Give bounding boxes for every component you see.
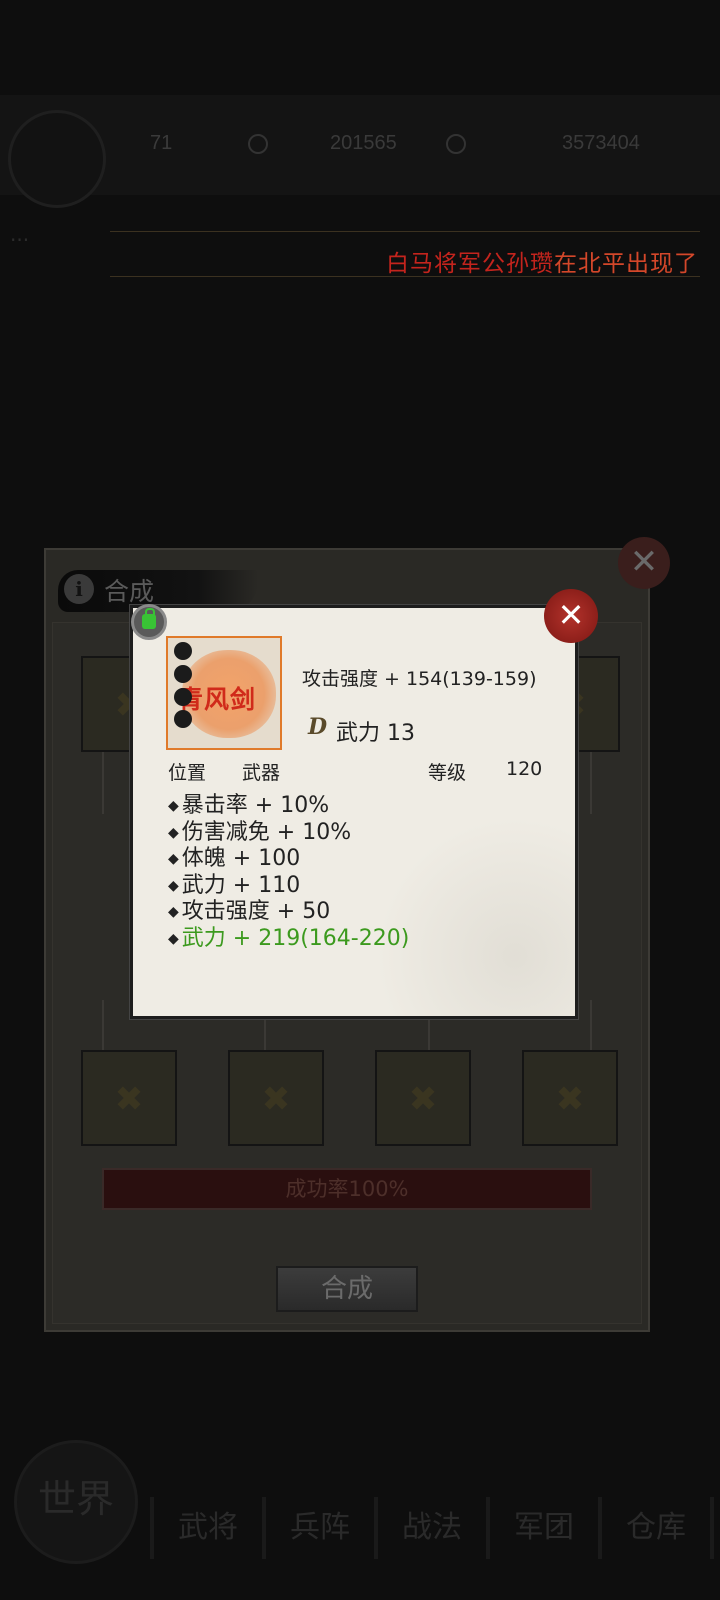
- panel-close-button[interactable]: ✕: [618, 537, 670, 589]
- nav-tab-legion[interactable]: 军团: [486, 1497, 602, 1559]
- position-label: 位置: [168, 762, 207, 784]
- bonus-row: ◆ 体魄 + 100: [168, 846, 301, 871]
- lock-toggle[interactable]: [131, 604, 167, 640]
- ticker-top-divider: [110, 231, 700, 232]
- gem-socket-icon: [174, 688, 192, 706]
- plus-icon: [552, 1080, 588, 1116]
- slot-connector: [102, 1000, 104, 1050]
- slot-connector: [590, 1000, 592, 1050]
- bonus-row: ◆ 武力 + 110: [168, 872, 301, 898]
- material-slot[interactable]: [228, 1050, 324, 1146]
- bonus-row-highlight: ◆ 武力 + 219(164-220): [168, 925, 410, 951]
- level-value: 120: [506, 758, 543, 780]
- world-chat-button[interactable]: 世界: [14, 1440, 138, 1564]
- bonus-row: ◆ 暴击率 + 10%: [168, 793, 330, 818]
- resource-coin-value: 71: [150, 132, 173, 154]
- slot-connector: [428, 1018, 430, 1050]
- material-slot[interactable]: [522, 1050, 618, 1146]
- plus-icon: [111, 1080, 147, 1116]
- plus-icon: [258, 1080, 294, 1116]
- material-slot[interactable]: [81, 1050, 177, 1146]
- bonus-row: ◆ 攻击强度 + 50: [168, 899, 331, 924]
- level-label: 等级: [428, 762, 467, 784]
- diamond-bullet-icon: ◆: [168, 851, 179, 867]
- nav-tab-warehouse[interactable]: 仓库: [598, 1497, 714, 1559]
- grade-d-icon: D: [308, 714, 328, 740]
- force-stat: 武力 13: [336, 721, 415, 746]
- ticker-text: 在北平出现了: [554, 251, 698, 277]
- slot-connector: [102, 752, 104, 814]
- gem-socket-icon: [174, 710, 192, 728]
- success-rate-bar: 成功率100%: [102, 1168, 592, 1210]
- nav-tab-formation[interactable]: 兵阵: [262, 1497, 378, 1559]
- nav-tab-tactics[interactable]: 战法: [374, 1497, 490, 1559]
- material-slot[interactable]: [375, 1050, 471, 1146]
- info-icon[interactable]: i: [64, 574, 94, 604]
- diamond-bullet-icon: ◆: [168, 930, 179, 947]
- bonus-row: ◆ 伤害减免 + 10%: [168, 819, 352, 845]
- panel-title: 合成: [104, 577, 155, 606]
- resource-gold-value: 3573404: [562, 132, 640, 154]
- lock-icon: [142, 608, 156, 629]
- diamond-bullet-icon: ◆: [168, 798, 179, 814]
- attack-stat: 攻击强度 + 154(139-159): [302, 668, 537, 690]
- side-label: ...: [10, 222, 30, 246]
- position-value: 武器: [242, 762, 281, 784]
- nav-tab-generals[interactable]: 武将: [150, 1497, 266, 1559]
- announcement-ticker: 白马将军公孙瓒在北平出现了: [386, 244, 698, 278]
- coin-icon: [248, 134, 268, 154]
- slot-connector: [590, 752, 592, 814]
- diamond-bullet-icon: ◆: [168, 824, 179, 841]
- bonus-stat-list: ◆ 暴击率 + 10% ◆ 伤害减免 + 10% ◆ 体魄 + 100 ◆ 武力 + 1…: [168, 793, 409, 952]
- gem-socket-icon: [174, 665, 192, 683]
- player-avatar[interactable]: [8, 110, 106, 208]
- gem-icon: [446, 134, 466, 154]
- resource-gem-value: 201565: [330, 132, 397, 154]
- tooltip-close-button[interactable]: ✕: [544, 589, 598, 643]
- synthesize-button[interactable]: 合成: [276, 1266, 418, 1312]
- gem-socket-icon: [174, 642, 192, 660]
- slot-connector: [264, 1018, 266, 1050]
- item-icon: 青风剑: [166, 636, 282, 750]
- plus-icon: [405, 1080, 441, 1116]
- diamond-bullet-icon: ◆: [168, 904, 179, 920]
- diamond-bullet-icon: ◆: [168, 877, 179, 894]
- ticker-highlight: 白马将军公孙瓒: [386, 251, 554, 277]
